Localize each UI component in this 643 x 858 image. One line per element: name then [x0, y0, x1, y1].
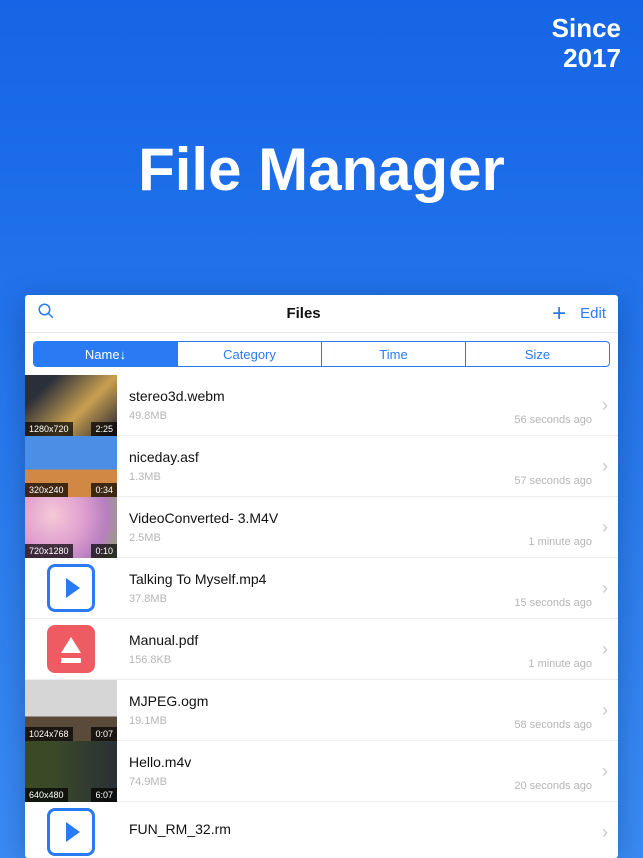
segment-name[interactable]: Name↓ — [34, 342, 178, 366]
video-thumbnail: 320x240 0:34 — [25, 436, 117, 497]
chevron-right-icon: › — [602, 700, 608, 721]
video-thumbnail: 640x480 6:07 — [25, 741, 117, 802]
video-thumbnail: 1280x720 2:25 — [25, 375, 117, 436]
add-button[interactable]: + — [552, 302, 566, 326]
file-size: 49.8MB — [129, 410, 514, 422]
file-time: 1 minute ago — [528, 658, 592, 679]
file-time: 57 seconds ago — [514, 475, 592, 496]
file-row[interactable]: 640x480 6:07 Hello.m4v 74.9MB 20 seconds… — [25, 741, 618, 802]
video-thumbnail: 1024x768 0:07 — [25, 680, 117, 741]
chevron-right-icon: › — [602, 578, 608, 599]
search-icon[interactable] — [37, 302, 55, 325]
nav-bar: Files + Edit — [25, 295, 618, 333]
file-name: Hello.m4v — [129, 754, 514, 770]
file-time: 1 minute ago — [528, 536, 592, 557]
file-row[interactable]: FUN_RM_32.rm › — [25, 802, 618, 858]
page-title: File Manager — [0, 135, 643, 204]
file-size: 1.3MB — [129, 471, 514, 483]
file-row[interactable]: 1280x720 2:25 stereo3d.webm 49.8MB 56 se… — [25, 375, 618, 436]
file-row[interactable]: Talking To Myself.mp4 37.8MB 15 seconds … — [25, 558, 618, 619]
file-name: FUN_RM_32.rm — [129, 821, 592, 837]
chevron-right-icon: › — [602, 395, 608, 416]
chevron-right-icon: › — [602, 456, 608, 477]
file-name: VideoConverted- 3.M4V — [129, 510, 528, 526]
segment-category[interactable]: Category — [178, 342, 322, 366]
play-icon — [25, 558, 117, 619]
nav-title: Files — [55, 305, 552, 322]
file-list: 1280x720 2:25 stereo3d.webm 49.8MB 56 se… — [25, 375, 618, 858]
file-name: Manual.pdf — [129, 632, 528, 648]
file-size: 19.1MB — [129, 715, 514, 727]
file-row[interactable]: 320x240 0:34 niceday.asf 1.3MB 57 second… — [25, 436, 618, 497]
file-time: 58 seconds ago — [514, 719, 592, 740]
sort-segment: Name↓ Category Time Size — [33, 341, 610, 367]
file-row[interactable]: 720x1280 0:10 VideoConverted- 3.M4V 2.5M… — [25, 497, 618, 558]
file-name: MJPEG.ogm — [129, 693, 514, 709]
file-size: 37.8MB — [129, 593, 514, 605]
segment-time[interactable]: Time — [322, 342, 466, 366]
file-name: Talking To Myself.mp4 — [129, 571, 514, 587]
file-size: 2.5MB — [129, 532, 528, 544]
file-row[interactable]: 1024x768 0:07 MJPEG.ogm 19.1MB 58 second… — [25, 680, 618, 741]
file-size: 74.9MB — [129, 776, 514, 788]
chevron-right-icon: › — [602, 822, 608, 843]
chevron-right-icon: › — [602, 517, 608, 538]
file-time: 15 seconds ago — [514, 597, 592, 618]
file-row[interactable]: Manual.pdf 156.8KB 1 minute ago › — [25, 619, 618, 680]
since-badge: Since 2017 — [552, 14, 621, 74]
pdf-icon — [25, 619, 117, 680]
chevron-right-icon: › — [602, 761, 608, 782]
segment-size[interactable]: Size — [466, 342, 609, 366]
edit-button[interactable]: Edit — [580, 305, 606, 322]
file-time: 56 seconds ago — [514, 414, 592, 435]
device-frame: Files + Edit Name↓ Category Time Size 12… — [25, 295, 618, 858]
file-name: niceday.asf — [129, 449, 514, 465]
chevron-right-icon: › — [602, 639, 608, 660]
video-thumbnail: 720x1280 0:10 — [25, 497, 117, 558]
file-time: 20 seconds ago — [514, 780, 592, 801]
play-icon — [25, 802, 117, 858]
file-size: 156.8KB — [129, 654, 528, 666]
file-name: stereo3d.webm — [129, 388, 514, 404]
